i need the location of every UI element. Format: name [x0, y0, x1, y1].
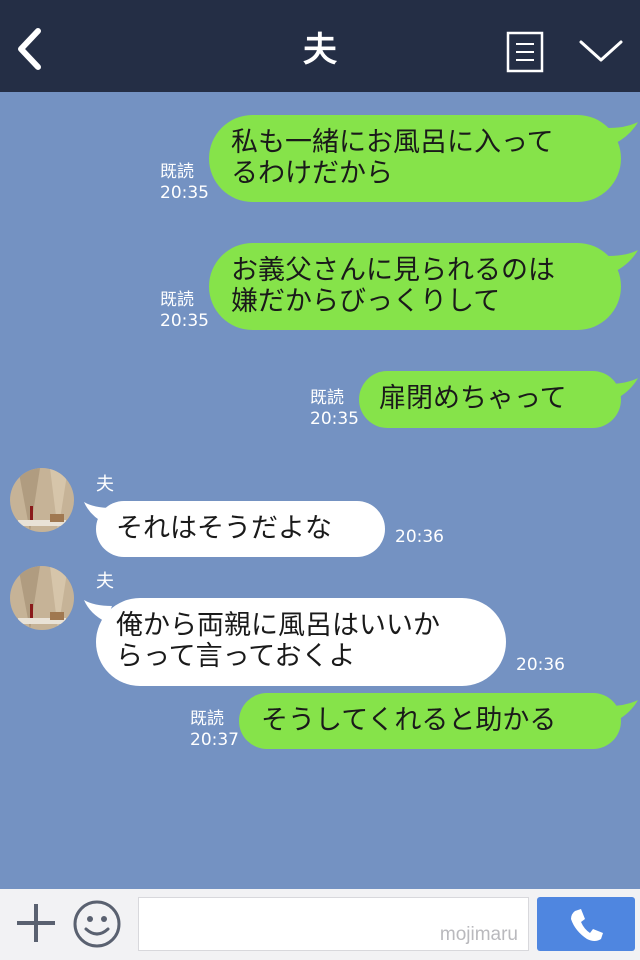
chat-title: 夫 — [303, 30, 337, 70]
avatar[interactable] — [10, 566, 74, 630]
message-line: 扉閉めちゃって — [379, 383, 567, 414]
message-bubble[interactable]: 俺から両親に風呂はいいか らって言っておくよ — [96, 598, 506, 686]
read-receipt: 既読 20:35 — [160, 162, 209, 204]
chat-header: 夫 — [0, 0, 640, 92]
read-label: 既読 — [160, 290, 194, 310]
read-label: 既読 — [160, 162, 194, 182]
message-time: 20:36 — [516, 655, 565, 675]
input-bar: mojimaru — [0, 889, 640, 960]
message-line: そうしてくれると助かる — [261, 705, 557, 736]
read-label: 既読 — [190, 709, 224, 729]
read-receipt: 既読 20:37 — [190, 709, 239, 751]
message-time: 20:35 — [160, 183, 209, 203]
message-line: 私も一緒にお風呂に入って — [231, 127, 554, 158]
call-button[interactable] — [537, 897, 635, 951]
read-label: 既読 — [310, 388, 344, 408]
message-line: 俺から両親に風呂はいいか — [116, 610, 440, 641]
smiley-icon[interactable] — [72, 899, 122, 949]
message-time: 20:35 — [310, 409, 359, 429]
plus-icon[interactable] — [14, 901, 58, 945]
message-line: らって言っておくよ — [116, 641, 356, 672]
message-bubble[interactable]: お義父さんに見られるのは 嫌だからびっくりして — [209, 243, 621, 330]
read-receipt: 既読 20:35 — [160, 290, 209, 332]
sender-name: 夫 — [96, 474, 114, 495]
bubble-tail — [608, 250, 638, 272]
bubble-tail — [608, 378, 638, 400]
message-input[interactable]: mojimaru — [138, 897, 529, 951]
message-time: 20:35 — [160, 311, 209, 331]
back-chevron-icon[interactable] — [12, 26, 48, 72]
notes-icon[interactable] — [506, 31, 544, 73]
bubble-tail — [608, 122, 638, 144]
message-line: それはそうだよな — [116, 513, 332, 544]
message-bubble[interactable]: 私も一緒にお風呂に入って るわけだから — [209, 115, 621, 202]
message-time: 20:36 — [395, 527, 444, 547]
avatar[interactable] — [10, 468, 74, 532]
message-time: 20:37 — [190, 730, 239, 750]
sender-name: 夫 — [96, 571, 114, 592]
message-line: るわけだから — [231, 158, 393, 189]
read-receipt: 既読 20:35 — [310, 388, 359, 430]
message-line: お義父さんに見られるのは — [231, 255, 555, 286]
phone-icon — [571, 909, 603, 941]
message-bubble[interactable]: それはそうだよな — [96, 501, 385, 557]
bubble-tail — [608, 700, 638, 722]
message-bubble[interactable]: 扉閉めちゃって — [359, 371, 621, 428]
watermark: mojimaru — [439, 924, 518, 945]
message-bubble[interactable]: そうしてくれると助かる — [239, 693, 621, 749]
message-line: 嫌だからびっくりして — [231, 286, 501, 317]
chevron-down-icon[interactable] — [578, 36, 624, 66]
